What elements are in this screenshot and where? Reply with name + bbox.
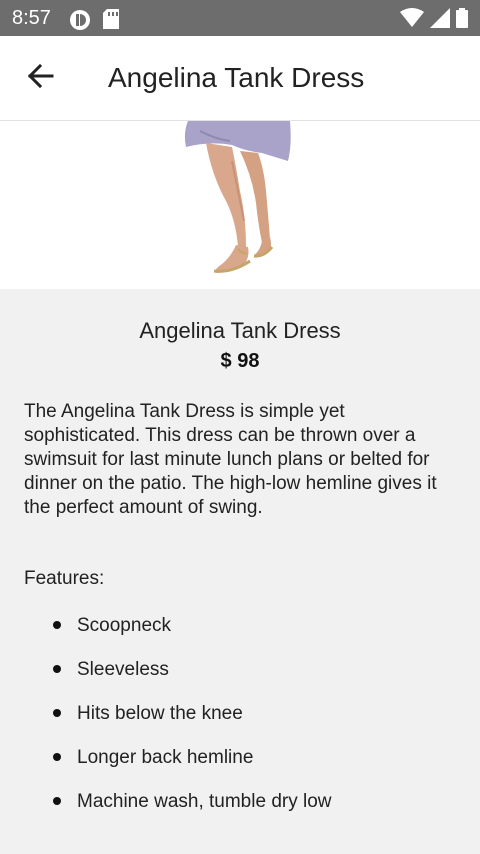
back-button[interactable] xyxy=(20,58,60,98)
bullet-icon xyxy=(53,665,61,673)
product-image xyxy=(0,121,480,289)
bullet-icon xyxy=(53,753,61,761)
status-bar: 8:57 xyxy=(0,0,480,36)
feature-text: Longer back hemline xyxy=(77,747,254,768)
signal-icon xyxy=(430,8,450,33)
product-price: $ 98 xyxy=(220,350,260,372)
status-time: 8:57 xyxy=(12,7,51,29)
bullet-icon xyxy=(53,621,61,629)
bullet-icon xyxy=(53,797,61,805)
notification-icon xyxy=(69,9,91,36)
feature-text: Scoopneck xyxy=(77,615,172,636)
feature-text: Sleeveless xyxy=(77,659,169,680)
battery-icon xyxy=(456,8,468,33)
feature-text: Hits below the knee xyxy=(77,703,243,724)
app-bar: Angelina Tank Dress xyxy=(0,36,480,121)
feature-text: Machine wash, tumble dry low xyxy=(77,791,332,812)
product-name: Angelina Tank Dress xyxy=(139,318,341,343)
features-label: Features: xyxy=(24,568,105,589)
bullet-icon xyxy=(53,709,61,717)
product-description: The Angelina Tank Dress is simple yet so… xyxy=(24,401,437,518)
product-details: Angelina Tank Dress $ 98 The Angelina Ta… xyxy=(0,289,480,854)
wifi-icon xyxy=(400,8,424,33)
page-title: Angelina Tank Dress xyxy=(108,62,365,93)
arrow-back-icon xyxy=(26,62,54,95)
sd-card-icon xyxy=(102,9,120,34)
